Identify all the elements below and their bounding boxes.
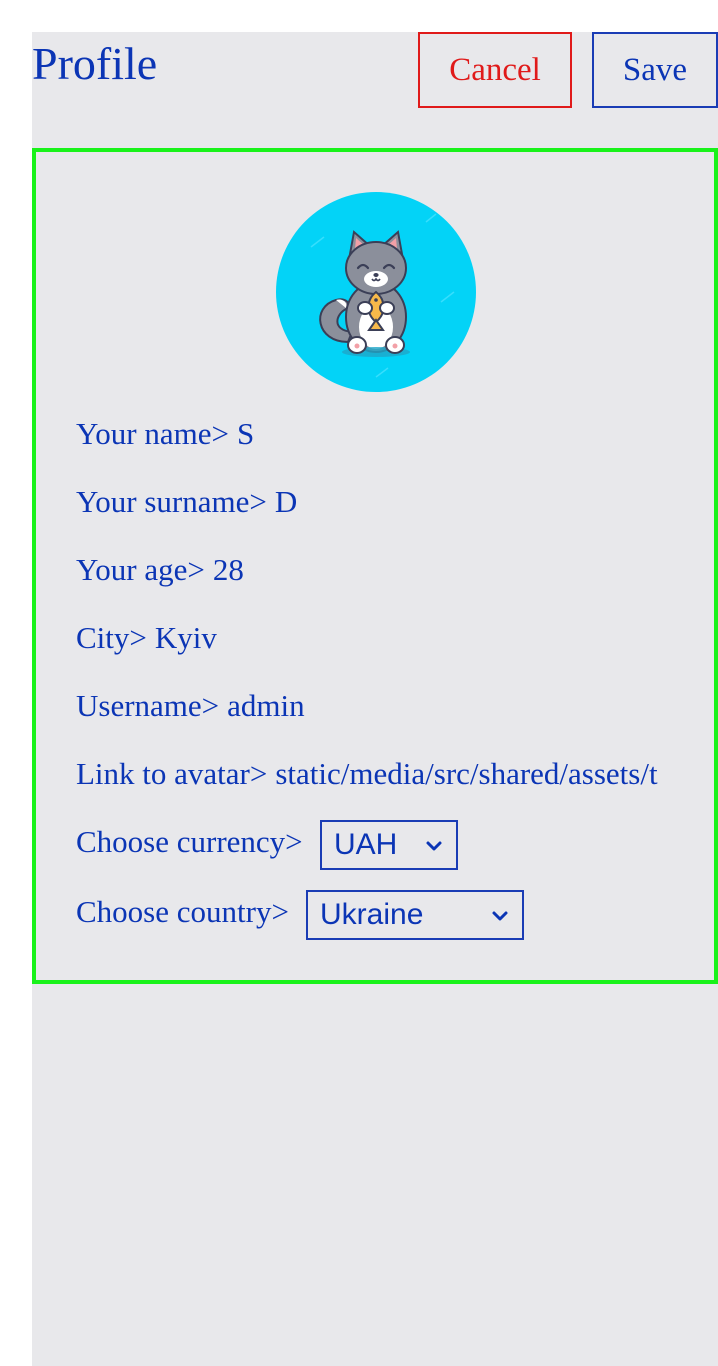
surname-field[interactable]: D (275, 484, 297, 519)
city-row: City> Kyiv (76, 620, 676, 656)
surname-row: Your surname> D (76, 484, 676, 520)
profile-page: Profile Cancel Save Your name> S Your su… (32, 32, 718, 1366)
cat-avatar-image (310, 213, 455, 378)
chevron-down-icon (492, 911, 508, 921)
avatar-link-label: Link to avatar> (76, 756, 268, 791)
profile-card: Your name> S Your surname> D Your age> 28 C… (32, 148, 718, 984)
city-label: City> (76, 620, 147, 655)
username-label: Username> (76, 688, 220, 723)
save-button[interactable]: Save (592, 32, 718, 108)
country-select-value: Ukraine (320, 898, 424, 931)
username-row: Username> admin (76, 688, 676, 724)
age-row: Your age> 28 (76, 552, 676, 588)
name-label: Your name> (76, 416, 229, 451)
age-field[interactable]: 28 (213, 552, 244, 587)
city-field[interactable]: Kyiv (155, 620, 217, 655)
currency-select[interactable]: UAH (320, 820, 458, 870)
avatar-link-row: Link to avatar> static/media/src/shared/a… (76, 756, 674, 792)
avatar (276, 192, 476, 392)
username-field[interactable]: admin (227, 688, 305, 723)
surname-label: Your surname> (76, 484, 267, 519)
age-label: Your age> (76, 552, 205, 587)
country-select[interactable]: Ukraine (306, 890, 524, 940)
country-label: Choose country> (76, 894, 289, 929)
name-field[interactable]: S (237, 416, 254, 451)
name-row: Your name> S (76, 416, 676, 452)
currency-select-value: UAH (334, 828, 398, 861)
avatar-link-field[interactable]: static/media/src/shared/assets/t (275, 756, 657, 791)
currency-label: Choose currency> (76, 824, 303, 859)
page-title: Profile (32, 38, 158, 89)
profile-header: Profile Cancel Save (32, 32, 718, 148)
chevron-down-icon (426, 841, 442, 851)
cancel-button[interactable]: Cancel (418, 32, 572, 108)
